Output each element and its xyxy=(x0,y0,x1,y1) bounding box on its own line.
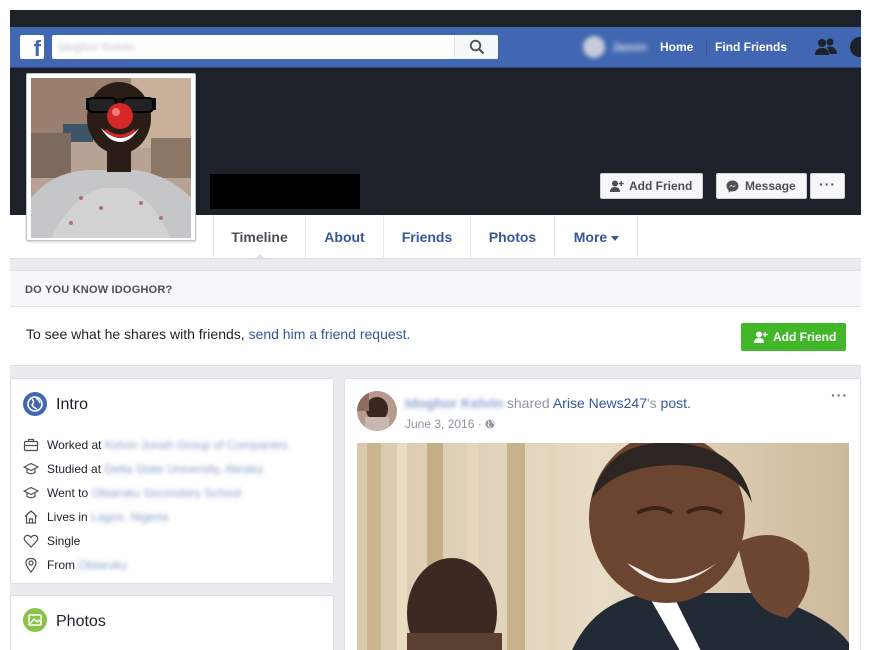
search-icon xyxy=(469,39,485,55)
photos-card: Photos xyxy=(10,595,334,650)
photos-icon xyxy=(23,608,47,632)
intro-title: Intro xyxy=(56,396,89,413)
post-options-button[interactable]: ··· xyxy=(831,387,848,403)
intro-lives-value[interactable]: Lagos, Nigeria xyxy=(91,510,168,524)
tab-more-label: More xyxy=(573,229,608,245)
add-friend-green-label: Add Friend xyxy=(773,330,837,344)
tab-timeline[interactable]: Timeline xyxy=(213,215,305,260)
post-date: June 3, 2016 · xyxy=(405,417,495,431)
globe-icon xyxy=(23,392,47,416)
graduation-cap-icon xyxy=(23,462,39,475)
message-label: Message xyxy=(745,179,796,193)
message-button[interactable]: Message xyxy=(716,173,807,199)
post-date-text[interactable]: June 3, 2016 xyxy=(405,417,474,431)
intro-school-value[interactable]: Obiaruku Secondary School xyxy=(91,486,240,500)
intro-school-prefix: Went to xyxy=(47,486,89,500)
tab-photos-label: Photos xyxy=(488,229,537,245)
tab-about-label: About xyxy=(324,229,365,245)
top-nav-bar: f Idoghor Kelvin Jason Home Find Friends xyxy=(10,27,861,68)
tab-friends-label: Friends xyxy=(401,229,453,245)
intro-relationship-label: Single xyxy=(47,534,81,548)
timeline-post: Idoghor Kelvin shared Arise News247's po… xyxy=(344,378,861,650)
user-avatar[interactable] xyxy=(583,36,605,58)
add-friend-icon xyxy=(610,180,624,192)
add-friend-green-button[interactable]: Add Friend xyxy=(741,323,846,351)
tab-about[interactable]: About xyxy=(305,215,383,259)
profile-picture[interactable] xyxy=(26,73,196,241)
search-input[interactable]: Idoghor Kelvin xyxy=(52,35,498,59)
facebook-logo[interactable]: f xyxy=(20,35,44,59)
tab-photos[interactable]: Photos xyxy=(470,215,554,259)
tab-friends[interactable]: Friends xyxy=(383,215,470,259)
post-page-link[interactable]: Arise News247 xyxy=(553,395,647,411)
chevron-down-icon xyxy=(611,235,620,245)
heart-icon xyxy=(23,534,39,548)
add-friend-button[interactable]: Add Friend xyxy=(600,173,704,199)
friend-requests-icon[interactable] xyxy=(814,37,838,57)
add-friend-icon xyxy=(754,331,768,343)
intro-from-prefix: From xyxy=(47,558,75,572)
post-possessive: 's xyxy=(646,395,661,411)
do-you-know-panel: DO YOU KNOW IDOGHOR? To see what he shar… xyxy=(10,270,861,366)
home-icon xyxy=(24,510,38,524)
intro-card: Intro Worked at Kelvin Jonah Group of Co… xyxy=(10,378,334,584)
intro-education-prefix: Studied at xyxy=(47,462,102,476)
post-author-name[interactable]: Idoghor Kelvin xyxy=(405,395,503,411)
messenger-bubble-icon xyxy=(726,180,739,193)
post-photo xyxy=(357,443,849,650)
tab-more[interactable]: More xyxy=(554,215,638,259)
intro-education-value[interactable]: Delta State University, Abraka xyxy=(104,462,263,476)
nav-home-link[interactable]: Home xyxy=(660,40,693,54)
profile-name-redacted xyxy=(210,174,360,209)
tab-timeline-label: Timeline xyxy=(231,229,288,245)
location-pin-icon xyxy=(25,557,37,573)
do-you-know-title: DO YOU KNOW IDOGHOR? xyxy=(25,284,173,296)
profile-photo-image xyxy=(31,78,191,238)
intro-work-value[interactable]: Kelvin Jonah Group of Companies xyxy=(105,438,288,452)
post-shared-image[interactable] xyxy=(357,443,849,650)
nav-divider xyxy=(706,39,707,57)
cover-more-button[interactable]: ··· xyxy=(810,173,845,199)
nav-find-friends-link[interactable]: Find Friends xyxy=(715,40,787,54)
briefcase-icon xyxy=(23,438,39,452)
post-date-separator: · xyxy=(474,417,486,431)
post-shared-text: shared xyxy=(503,395,553,411)
messenger-icon[interactable] xyxy=(850,37,861,57)
search-input-value: Idoghor Kelvin xyxy=(58,40,135,54)
intro-lives-prefix: Lives in xyxy=(47,510,88,524)
post-author-avatar[interactable] xyxy=(357,391,397,431)
browser-viewport: f Idoghor Kelvin Jason Home Find Friends xyxy=(10,10,861,650)
do-you-know-message: To see what he shares with friends, xyxy=(26,326,249,342)
nav-username[interactable]: Jason xyxy=(612,40,647,54)
do-you-know-header: DO YOU KNOW IDOGHOR? xyxy=(10,271,861,307)
post-original-link[interactable]: post. xyxy=(661,395,691,411)
send-friend-request-link[interactable]: send him a friend request. xyxy=(249,326,411,342)
intro-work-prefix: Worked at xyxy=(47,438,102,452)
public-globe-icon xyxy=(485,419,495,429)
add-friend-label: Add Friend xyxy=(629,179,693,193)
post-header: Idoghor Kelvin shared Arise News247's po… xyxy=(405,395,691,411)
search-button[interactable] xyxy=(454,35,498,59)
do-you-know-text: To see what he shares with friends, send… xyxy=(26,326,410,342)
tabs-divider xyxy=(637,215,638,259)
photos-title[interactable]: Photos xyxy=(56,613,106,631)
graduation-cap-icon xyxy=(23,486,39,499)
intro-from-value[interactable]: Obiaruku xyxy=(78,558,127,572)
